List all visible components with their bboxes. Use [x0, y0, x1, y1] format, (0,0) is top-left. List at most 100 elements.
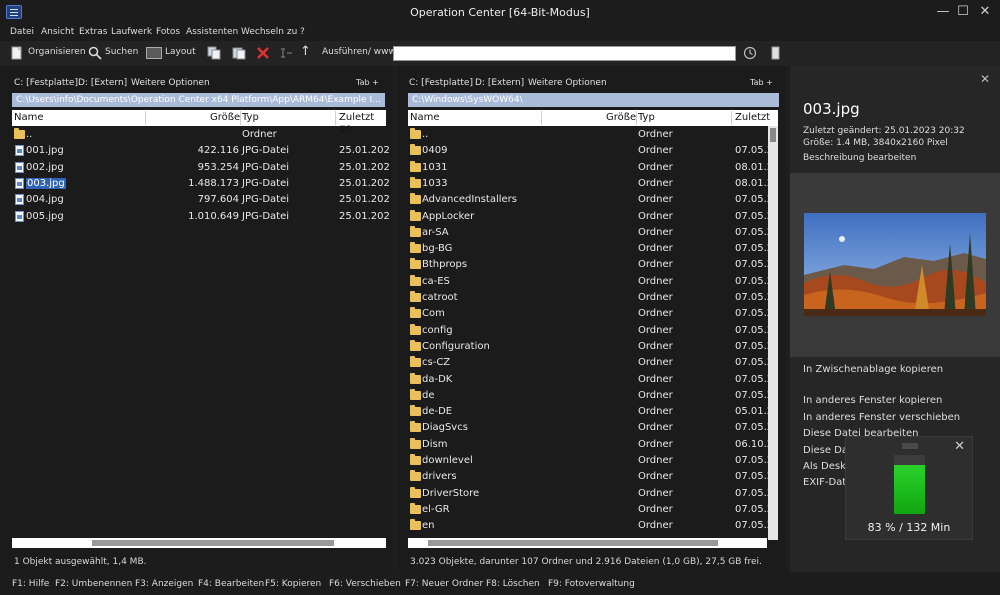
left-more-options[interactable]: Weitere Optionen: [131, 78, 210, 88]
left-drive-d[interactable]: D: [Extern]: [78, 78, 127, 88]
menu-datei[interactable]: Datei: [10, 27, 34, 37]
maximize-button[interactable]: ☐: [952, 3, 974, 21]
table-row[interactable]: 004.jpg 797.604 JPG-Datei 25.01.202: [12, 192, 390, 208]
popup-close-button[interactable]: ✕: [954, 439, 965, 454]
fkey-view[interactable]: F3: Anzeigen: [135, 579, 193, 589]
delete-icon[interactable]: [256, 46, 270, 60]
folder-name[interactable]: Dism: [422, 439, 447, 450]
table-row[interactable]: ca-ES Ordner 07.05.2: [408, 274, 778, 290]
menu-laufwerk[interactable]: Laufwerk: [111, 27, 152, 37]
folder-name[interactable]: en: [422, 520, 435, 531]
table-row[interactable]: bg-BG Ordner 07.05.2: [408, 241, 778, 257]
folder-name[interactable]: Com: [422, 308, 445, 319]
search-icon[interactable]: [88, 46, 102, 60]
copy-to-clipboard-action[interactable]: In Zwischenablage kopieren: [803, 364, 943, 375]
col-name-header[interactable]: Name: [14, 112, 44, 123]
minimize-button[interactable]: —: [932, 3, 954, 21]
folder-name[interactable]: ..: [422, 129, 428, 140]
file-name[interactable]: 003.jpg: [26, 177, 66, 189]
table-row[interactable]: 005.jpg 1.010.649 JPG-Datei 25.01.202: [12, 209, 390, 225]
right-horizontal-scrollbar[interactable]: [408, 538, 767, 548]
table-row[interactable]: .. Ordner: [408, 127, 778, 143]
move-to-other-window-action[interactable]: In anderes Fenster verschieben: [803, 412, 960, 423]
right-vertical-scrollbar[interactable]: [768, 126, 778, 540]
left-tab-add-button[interactable]: Tab +: [356, 78, 379, 87]
left-path-bar[interactable]: C:\Users\info\Documents\Operation Center…: [12, 93, 385, 107]
col-type-header[interactable]: Typ: [242, 112, 259, 123]
folder-name[interactable]: da-DK: [422, 374, 452, 385]
table-row[interactable]: downlevel Ordner 07.05.2: [408, 453, 778, 469]
folder-name[interactable]: 1033: [422, 178, 447, 189]
folder-name[interactable]: AppLocker: [422, 211, 474, 222]
table-row[interactable]: 1031 Ordner 08.01.2: [408, 160, 778, 176]
copy-icon[interactable]: [207, 46, 221, 60]
run-input[interactable]: [393, 46, 736, 61]
table-row[interactable]: 1033 Ordner 08.01.2: [408, 176, 778, 192]
folder-name[interactable]: DiagSvcs: [422, 422, 468, 433]
right-drive-c[interactable]: C: [Festplatte]: [409, 78, 473, 88]
folder-name[interactable]: de: [422, 390, 435, 401]
table-row[interactable]: drivers Ordner 07.05.2: [408, 469, 778, 485]
file-name[interactable]: 005.jpg: [26, 211, 64, 222]
col-name-header[interactable]: Name: [410, 112, 440, 123]
fkey-delete[interactable]: F8: Löschen: [486, 579, 540, 589]
folder-name[interactable]: DriverStore: [422, 488, 479, 499]
table-row[interactable]: el-GR Ordner 07.05.2: [408, 502, 778, 518]
col-date-header[interactable]: Zuletzt: [735, 112, 770, 123]
table-row[interactable]: catroot Ordner 07.05.2: [408, 290, 778, 306]
bookmark-icon[interactable]: [769, 46, 783, 60]
col-type-header[interactable]: Typ: [638, 112, 655, 123]
folder-name[interactable]: ar-SA: [422, 227, 449, 238]
file-name[interactable]: ..: [26, 129, 32, 140]
folder-name[interactable]: drivers: [422, 471, 457, 482]
right-drive-d[interactable]: D: [Extern]: [475, 78, 524, 88]
col-size-header[interactable]: Größe: [210, 112, 240, 123]
right-tab-add-button[interactable]: Tab +: [750, 78, 773, 87]
folder-name[interactable]: Configuration: [422, 341, 490, 352]
table-row[interactable]: Bthprops Ordner 07.05.2: [408, 257, 778, 273]
table-row[interactable]: DiagSvcs Ordner 07.05.2: [408, 420, 778, 436]
file-name[interactable]: 001.jpg: [26, 145, 64, 156]
layout-icon[interactable]: [146, 46, 162, 60]
organize-icon[interactable]: [10, 46, 24, 60]
table-row[interactable]: 001.jpg 422.116 JPG-Datei 25.01.202: [12, 143, 390, 159]
fkey-move[interactable]: F6: Verschieben: [329, 579, 401, 589]
table-row[interactable]: de-DE Ordner 05.01.2: [408, 404, 778, 420]
folder-name[interactable]: AdvancedInstallers: [422, 194, 517, 205]
preview-photo[interactable]: [804, 213, 986, 316]
folder-name[interactable]: catroot: [422, 292, 458, 303]
copy-to-other-window-action[interactable]: In anderes Fenster kopieren: [803, 395, 942, 406]
organize-button[interactable]: Organisieren: [28, 47, 86, 57]
table-row[interactable]: Configuration Ordner 07.05.2: [408, 339, 778, 355]
folder-name[interactable]: de-DE: [422, 406, 452, 417]
layout-button[interactable]: Layout: [165, 47, 196, 57]
menu-ansicht[interactable]: Ansicht: [41, 27, 74, 37]
folder-name[interactable]: config: [422, 325, 453, 336]
left-drive-c[interactable]: C: [Festplatte]: [14, 78, 78, 88]
folder-name[interactable]: Bthprops: [422, 259, 467, 270]
col-size-header[interactable]: Größe: [606, 112, 636, 123]
table-row[interactable]: en Ordner 07.05.2: [408, 518, 778, 534]
table-row[interactable]: ar-SA Ordner 07.05.2: [408, 225, 778, 241]
folder-name[interactable]: downlevel: [422, 455, 473, 466]
preview-close-button[interactable]: ✕: [980, 72, 990, 86]
table-row[interactable]: 002.jpg 953.254 JPG-Datei 25.01.202: [12, 160, 390, 176]
search-button[interactable]: Suchen: [105, 47, 138, 57]
folder-name[interactable]: el-GR: [422, 504, 450, 515]
file-name[interactable]: 002.jpg: [26, 162, 64, 173]
fkey-photo-manager[interactable]: F9: Fotoverwaltung: [548, 579, 635, 589]
table-row[interactable]: Com Ordner 07.05.2: [408, 306, 778, 322]
menu-wechseln-zu[interactable]: Wechseln zu: [241, 27, 297, 37]
table-row[interactable]: .. Ordner: [12, 127, 386, 143]
fkey-new-folder[interactable]: F7: Neuer Ordner: [405, 579, 483, 589]
fkey-edit[interactable]: F4: Bearbeiten: [198, 579, 264, 589]
table-row[interactable]: de Ordner 07.05.2: [408, 388, 778, 404]
table-row[interactable]: DriverStore Ordner 07.05.2: [408, 486, 778, 502]
menu-extras[interactable]: Extras: [79, 27, 107, 37]
folder-name[interactable]: bg-BG: [422, 243, 452, 254]
folder-name[interactable]: 1031: [422, 162, 447, 173]
right-path-bar[interactable]: C:\Windows\SysWOW64\: [408, 93, 779, 107]
folder-name[interactable]: cs-CZ: [422, 357, 450, 368]
table-row[interactable]: AppLocker Ordner 07.05.2: [408, 209, 778, 225]
preview-edit-description-link[interactable]: Beschreibung bearbeiten: [803, 153, 916, 163]
